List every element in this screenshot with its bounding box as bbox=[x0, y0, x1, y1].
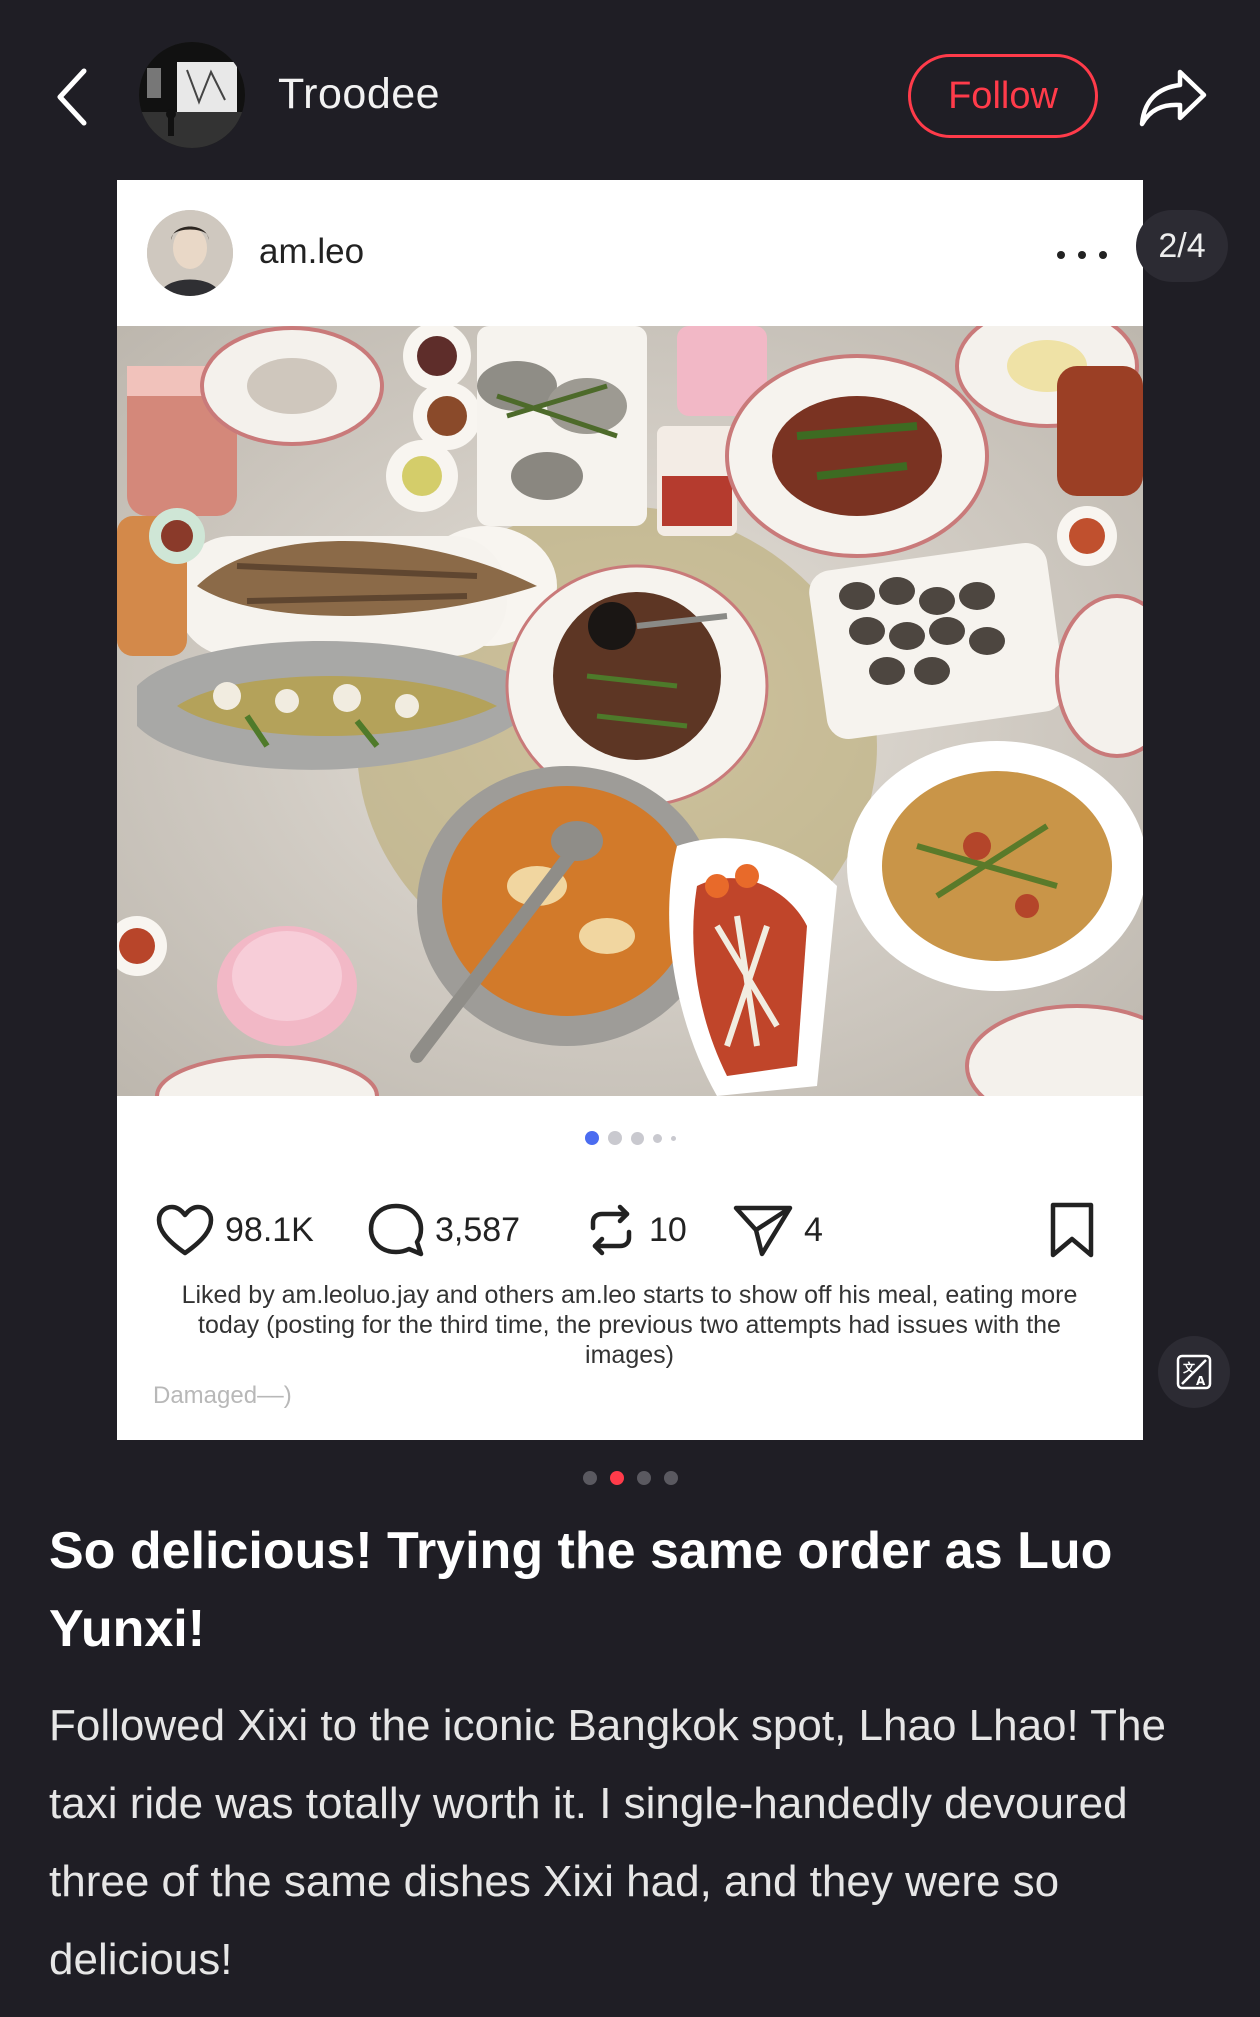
damaged-note: Damaged––) bbox=[153, 1382, 292, 1409]
bookmark-icon bbox=[1050, 1202, 1094, 1258]
food-photo bbox=[117, 326, 1143, 1096]
paper-plane-icon bbox=[733, 1205, 793, 1257]
chevron-left-icon bbox=[57, 68, 87, 126]
send-count: 4 bbox=[804, 1210, 823, 1249]
author-name[interactable]: Troodee bbox=[278, 70, 440, 119]
carousel-dot[interactable] bbox=[663, 1471, 678, 1485]
repost-stat: 10 bbox=[583, 1180, 687, 1280]
embedded-post-header: am.leo bbox=[117, 180, 1143, 326]
back-button[interactable] bbox=[42, 62, 102, 132]
carousel-dot-active[interactable] bbox=[609, 1471, 624, 1485]
embedded-username: am.leo bbox=[259, 232, 365, 271]
author-avatar[interactable] bbox=[139, 42, 245, 148]
post-title: So delicious! Trying the same order as L… bbox=[49, 1522, 1113, 1658]
image-page-indicator: 2/4 bbox=[1136, 210, 1228, 282]
embedded-dot bbox=[607, 1131, 622, 1145]
svg-text:A: A bbox=[1196, 1374, 1206, 1388]
avatar-image bbox=[139, 42, 245, 148]
carousel-indicator bbox=[0, 1468, 1260, 1488]
translate-icon: 文 A bbox=[1176, 1354, 1212, 1390]
post-body: Followed Xixi to the iconic Bangkok spot… bbox=[49, 1701, 1166, 1984]
bookmark-stat bbox=[1047, 1180, 1097, 1280]
send-stat: 4 bbox=[732, 1180, 823, 1280]
svg-text:文: 文 bbox=[1183, 1360, 1196, 1375]
embedded-dot-active bbox=[584, 1131, 599, 1145]
repost-count: 10 bbox=[649, 1210, 687, 1249]
share-arrow-icon bbox=[1139, 69, 1207, 127]
repost-icon bbox=[590, 1204, 632, 1256]
comment-stat: 3,587 bbox=[367, 1180, 520, 1280]
comment-bubble-icon bbox=[368, 1203, 424, 1257]
carousel-dot[interactable] bbox=[636, 1471, 651, 1485]
translate-button[interactable]: 文 A bbox=[1158, 1336, 1230, 1408]
like-count: 98.1K bbox=[225, 1210, 314, 1249]
more-horizontal-icon bbox=[1057, 240, 1107, 270]
embedded-photo-dots bbox=[117, 1128, 1143, 1148]
share-button[interactable] bbox=[1136, 62, 1210, 132]
embedded-avatar bbox=[147, 210, 233, 296]
post-image[interactable]: am.leo 98.1K 3,587 10 4 Liked by am.leol… bbox=[117, 180, 1143, 1440]
embedded-dot bbox=[670, 1135, 676, 1141]
comment-count: 3,587 bbox=[435, 1210, 521, 1249]
like-stat: 98.1K bbox=[155, 1180, 314, 1280]
embedded-dot bbox=[630, 1131, 644, 1145]
follow-button[interactable]: Follow bbox=[908, 54, 1098, 138]
embedded-dot bbox=[652, 1133, 662, 1143]
embedded-caption: Liked by am.leoluo.jay and others am.leo… bbox=[181, 1281, 1078, 1369]
carousel-dot[interactable] bbox=[582, 1471, 597, 1485]
top-bar: Troodee Follow bbox=[0, 0, 1260, 190]
heart-icon bbox=[156, 1204, 214, 1256]
embedded-action-bar: 98.1K 3,587 10 4 bbox=[117, 1180, 1143, 1280]
